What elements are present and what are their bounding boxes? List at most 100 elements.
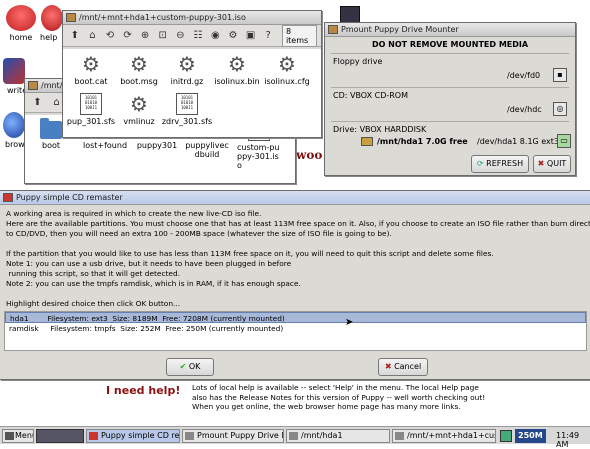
mouse-cursor-icon: ➤ bbox=[345, 317, 354, 328]
window-icon bbox=[289, 432, 298, 440]
taskbar: Menu Puppy simple CD remaster Pmount Pup… bbox=[0, 426, 590, 449]
iso-file-area: ⚙ boot.cat ⚙ boot.msg ⚙ initrd.gz ⚙ isol… bbox=[63, 49, 321, 137]
task-label: Puppy simple CD remaster bbox=[101, 431, 180, 440]
home-icon bbox=[6, 5, 36, 31]
window-icon bbox=[28, 81, 38, 90]
window-title: Puppy simple CD remaster bbox=[16, 193, 123, 202]
file-label: boot bbox=[41, 141, 60, 150]
drive-mounter-window: Pmount Puppy Drive Mounter DO NOT REMOVE… bbox=[324, 22, 576, 176]
cancel-label: Cancel bbox=[394, 362, 422, 371]
task-label: /mnt/hda1 bbox=[301, 431, 343, 440]
menu-label: Menu bbox=[15, 431, 33, 440]
zoom-out-icon[interactable]: ⊖ bbox=[172, 28, 188, 44]
up-icon[interactable]: ⬆ bbox=[67, 28, 83, 44]
memory-indicator: 250M bbox=[515, 429, 546, 443]
gear-file-icon: ⚙ bbox=[82, 52, 100, 76]
floppy-mount-button[interactable]: ▪ bbox=[553, 68, 567, 82]
cd-device: /dev/hdc bbox=[507, 105, 542, 114]
window-icon bbox=[395, 432, 404, 440]
desktop-icon-home[interactable]: home bbox=[1, 5, 41, 42]
ok-button[interactable]: ✔ OK bbox=[166, 358, 214, 376]
remaster-instructions: A working area is required in which to c… bbox=[6, 209, 590, 308]
partition-row[interactable]: hda1 Filesystem: ext3 Size: 8189M Free: … bbox=[5, 312, 586, 323]
zoom-fit-icon[interactable]: ⊡ bbox=[155, 28, 171, 44]
task-hda1[interactable]: /mnt/hda1 bbox=[286, 429, 390, 443]
hd-mount-point[interactable]: /mnt/hda1 7.0G free bbox=[377, 137, 468, 146]
task-remaster[interactable]: Puppy simple CD remaster bbox=[86, 429, 180, 443]
gear-file-icon: ⚙ bbox=[178, 52, 196, 76]
clock: 11:49 AM bbox=[556, 431, 580, 449]
settings-icon[interactable]: ⚙ bbox=[225, 28, 241, 44]
cd-label: CD: VBOX CD-ROM bbox=[333, 91, 409, 100]
partition-list[interactable]: hda1 Filesystem: ext3 Size: 8189M Free: … bbox=[4, 311, 587, 351]
eye-icon[interactable]: ◉ bbox=[208, 28, 224, 44]
drive-mounter-titlebar[interactable]: Pmount Puppy Drive Mounter bbox=[325, 23, 575, 37]
gear-file-icon: ⚙ bbox=[278, 52, 296, 76]
file-label: puppy301 bbox=[136, 141, 178, 150]
quit-icon: ✖ bbox=[537, 159, 545, 168]
up-icon[interactable]: ⬆ bbox=[29, 95, 46, 111]
write-icon bbox=[3, 58, 25, 84]
file-label: zdrv_301.sfs bbox=[161, 117, 213, 126]
folder-icon bbox=[40, 118, 62, 139]
drive-icon bbox=[361, 137, 373, 146]
help-heading: I need help! bbox=[106, 384, 181, 397]
hd-section: Drive: VBOX HARDDISK /mnt/hda1 7.0G free… bbox=[331, 121, 571, 149]
cd-mount-button[interactable]: ◎ bbox=[553, 102, 567, 116]
refresh-icon: ⟳ bbox=[476, 159, 484, 168]
gear-file-icon: ⚙ bbox=[130, 92, 148, 116]
file-item[interactable]: ⚙ initrd.gz bbox=[159, 53, 215, 86]
quit-button[interactable]: ✖ QUIT bbox=[533, 155, 571, 173]
task-drive-mounter[interactable]: Pmount Puppy Drive Mounter bbox=[182, 429, 284, 443]
partition-row[interactable]: ramdisk Filesystem: tmpfs Size: 252M Fre… bbox=[5, 323, 586, 334]
check-icon: ✔ bbox=[179, 362, 187, 371]
gear-file-icon: ⚙ bbox=[228, 52, 246, 76]
hd-unmount-button[interactable]: ▭ bbox=[557, 134, 571, 148]
file-item[interactable]: ⚙ isolinux.bin bbox=[209, 53, 265, 86]
home-icon[interactable]: ⌂ bbox=[85, 28, 101, 44]
mount-warning: DO NOT REMOVE MOUNTED MEDIA bbox=[371, 40, 529, 49]
refresh-button[interactable]: ⟳ REFRESH bbox=[471, 155, 529, 173]
tray-icon[interactable] bbox=[500, 430, 512, 442]
refresh-icon[interactable]: ⟳ bbox=[120, 28, 136, 44]
window-icon bbox=[185, 432, 194, 440]
iso-window-titlebar[interactable]: /mnt/+mnt+hda1+custom-puppy-301.iso bbox=[63, 11, 321, 25]
refresh-label: REFRESH bbox=[486, 159, 524, 168]
desktop-icon-help[interactable]: help bbox=[40, 5, 64, 42]
window-icon bbox=[3, 193, 13, 202]
file-item[interactable]: ⚙ isolinux.cfg bbox=[259, 53, 315, 86]
back-icon[interactable]: ⟲ bbox=[102, 28, 118, 44]
window-icon bbox=[89, 432, 98, 440]
task-iso-window[interactable]: /mnt/+mnt+hda1+custom-... bbox=[392, 429, 496, 443]
cancel-button[interactable]: ✖ Cancel bbox=[378, 358, 428, 376]
file-item[interactable]: 10101 01010 10011 zdrv_301.sfs bbox=[159, 93, 215, 126]
file-label: puppylivecdbuild bbox=[185, 141, 229, 159]
item-count: 8 items bbox=[281, 24, 317, 47]
ok-label: OK bbox=[188, 362, 201, 371]
view-icon[interactable]: ☷ bbox=[190, 28, 206, 44]
cancel-icon: ✖ bbox=[384, 362, 392, 371]
help-icon[interactable]: ? bbox=[260, 28, 276, 44]
desktop-icon-label: help bbox=[40, 33, 58, 42]
iso-file-window: /mnt/+mnt+hda1+custom-puppy-301.iso ⬆ ⌂ … bbox=[62, 10, 322, 138]
floppy-section: Floppy drive /dev/fd0 ▪ bbox=[331, 53, 569, 85]
file-label: isolinux.bin bbox=[214, 77, 260, 86]
window-icon bbox=[328, 25, 338, 34]
puppy-icon bbox=[5, 432, 14, 440]
remaster-titlebar[interactable]: Puppy simple CD remaster bbox=[0, 191, 590, 205]
window-icon bbox=[66, 13, 76, 22]
desktop-icon-label: home bbox=[9, 33, 33, 42]
file-label: initrd.gz bbox=[170, 77, 204, 86]
workspace-switcher[interactable] bbox=[36, 429, 84, 443]
help-icon bbox=[41, 5, 63, 31]
info-icon[interactable]: ▣ bbox=[243, 28, 259, 44]
task-label: Pmount Puppy Drive Mounter bbox=[197, 431, 283, 440]
file-label: custom-puppy-301.iso bbox=[237, 143, 280, 170]
help-paragraph: Lots of local help is available -- selec… bbox=[192, 383, 486, 411]
remaster-dialog: Puppy simple CD remaster A working area … bbox=[0, 190, 590, 380]
file-label: lost+found bbox=[82, 141, 128, 150]
menu-button[interactable]: Menu bbox=[2, 429, 34, 443]
iso-toolbar: ⬆ ⌂ ⟲ ⟳ ⊕ ⊡ ⊖ ☷ ◉ ⚙ ▣ ? 8 items bbox=[63, 24, 321, 47]
hd-label: Drive: VBOX HARDDISK bbox=[333, 125, 427, 134]
zoom-in-icon[interactable]: ⊕ bbox=[137, 28, 153, 44]
